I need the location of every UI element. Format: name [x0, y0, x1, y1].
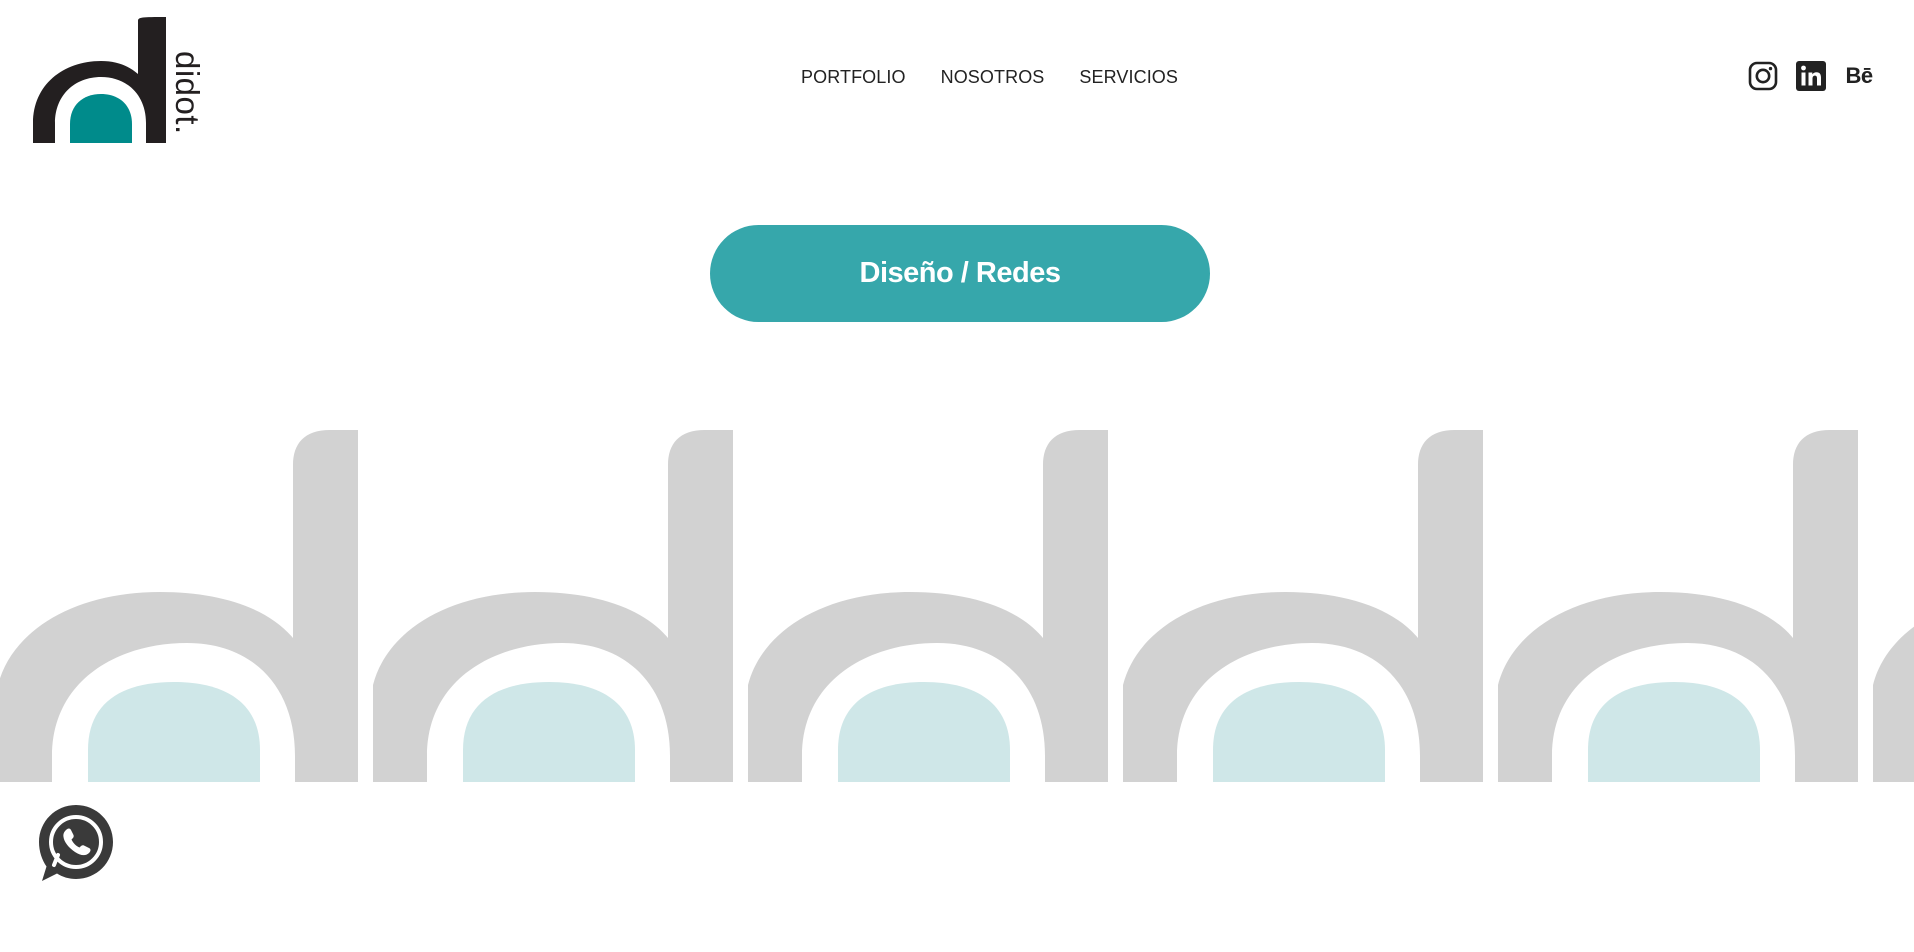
linkedin-icon: [1796, 61, 1826, 91]
logo-wordmark: didot.: [169, 51, 206, 135]
nav-item-portfolio[interactable]: PORTFOLIO: [801, 66, 906, 88]
social-links: Bē: [1747, 60, 1875, 92]
main-navigation: PORTFOLIO NOSOTROS SERVICIOS: [801, 66, 1178, 88]
instagram-icon: [1748, 61, 1778, 91]
decorative-d-pattern-banner: [0, 430, 1914, 784]
instagram-link[interactable]: [1747, 60, 1779, 92]
whatsapp-button[interactable]: [36, 803, 116, 883]
nav-item-servicios[interactable]: SERVICIOS: [1079, 66, 1178, 88]
whatsapp-icon: [39, 805, 113, 881]
diseno-redes-button[interactable]: Diseño / Redes: [710, 225, 1210, 322]
behance-link[interactable]: Bē: [1843, 60, 1875, 92]
linkedin-link[interactable]: [1795, 60, 1827, 92]
d-pattern-icon: [0, 430, 1914, 784]
brand-logo[interactable]: didot.: [33, 15, 213, 145]
nav-item-nosotros[interactable]: NOSOTROS: [941, 66, 1045, 88]
didot-d-logo-icon: didot.: [33, 17, 206, 143]
